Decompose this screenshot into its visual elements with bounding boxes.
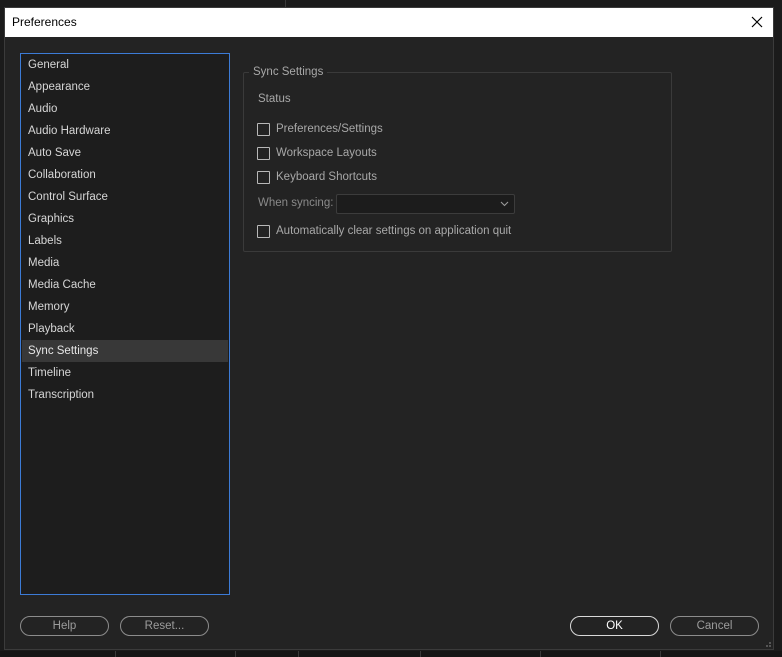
resize-grip-icon[interactable] (762, 638, 772, 648)
auto-clear-settings-checkbox[interactable]: Automatically clear settings on applicat… (257, 223, 511, 239)
sidebar-item-audio-hardware[interactable]: Audio Hardware (22, 120, 228, 142)
checkbox-box[interactable] (257, 146, 270, 160)
checkbox-label: Preferences/Settings (276, 123, 383, 135)
checkbox-label: Workspace Layouts (276, 147, 377, 159)
chevron-down-icon (500, 201, 509, 207)
workspace-layouts-checkbox[interactable]: Workspace Layouts (257, 145, 377, 161)
background-tick (115, 651, 116, 657)
sidebar-item-audio[interactable]: Audio (22, 98, 228, 120)
preferences-category-list[interactable]: General Appearance Audio Audio Hardware … (20, 53, 230, 595)
close-icon (751, 16, 763, 28)
sidebar-item-media-cache[interactable]: Media Cache (22, 274, 228, 296)
sidebar-item-media[interactable]: Media (22, 252, 228, 274)
close-button[interactable] (747, 12, 767, 32)
background-timeline-strip (0, 651, 782, 657)
sidebar-item-graphics[interactable]: Graphics (22, 208, 228, 230)
window-title: Preferences (12, 15, 77, 29)
group-title: Sync Settings (249, 66, 328, 78)
sidebar-item-playback[interactable]: Playback (22, 318, 228, 340)
sidebar-item-general[interactable]: General (22, 54, 228, 76)
sidebar-item-control-surface[interactable]: Control Surface (22, 186, 228, 208)
sidebar-item-collaboration[interactable]: Collaboration (22, 164, 228, 186)
background-tick (235, 651, 236, 657)
checkbox-label: Keyboard Shortcuts (276, 171, 378, 183)
background-tick (298, 651, 299, 657)
sidebar-item-auto-save[interactable]: Auto Save (22, 142, 228, 164)
sidebar-item-appearance[interactable]: Appearance (22, 76, 228, 98)
checkbox-box[interactable] (257, 224, 270, 238)
sidebar-item-memory[interactable]: Memory (22, 296, 228, 318)
sidebar-item-timeline[interactable]: Timeline (22, 362, 228, 384)
status-label: Status (258, 93, 291, 105)
cancel-button[interactable]: Cancel (670, 616, 759, 636)
reset-button[interactable]: Reset... (120, 616, 209, 636)
sidebar-item-transcription[interactable]: Transcription (22, 384, 228, 406)
title-bar[interactable]: Preferences (5, 8, 773, 37)
checkbox-box[interactable] (257, 170, 270, 184)
checkbox-box[interactable] (257, 122, 270, 136)
checkbox-label: Automatically clear settings on applicat… (276, 225, 512, 237)
sidebar-item-labels[interactable]: Labels (22, 230, 228, 252)
preferences-settings-checkbox[interactable]: Preferences/Settings (257, 121, 383, 137)
keyboard-shortcuts-checkbox[interactable]: Keyboard Shortcuts (257, 169, 377, 185)
when-syncing-dropdown[interactable] (336, 194, 515, 214)
sidebar-item-sync-settings[interactable]: Sync Settings (22, 340, 228, 362)
when-syncing-label: When syncing: (258, 197, 334, 209)
background-tick (540, 651, 541, 657)
background-tick (660, 651, 661, 657)
preferences-dialog: Preferences General Appearance Audio Aud… (4, 7, 774, 650)
ok-button[interactable]: OK (570, 616, 659, 636)
help-button[interactable]: Help (20, 616, 109, 636)
background-tick (420, 651, 421, 657)
